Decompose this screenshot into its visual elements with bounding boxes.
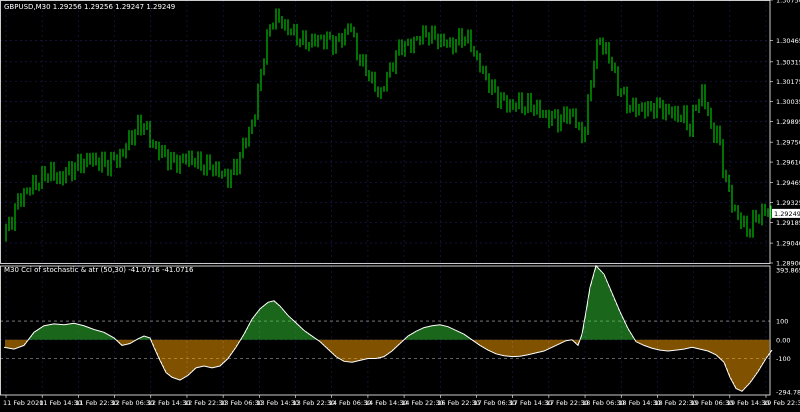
time-tick-label: 19 Feb 22:30	[763, 399, 800, 407]
grid-layer	[0, 0, 770, 395]
indicator-tick-label: -294.7896	[776, 389, 800, 397]
chart-window[interactable]: 1.30750 1.30465 1.30315 1.30175 1.30035 1.298…	[0, 0, 800, 408]
indicator-tick-label: 0.00	[776, 336, 790, 344]
price-tick-label: 1.30315	[776, 58, 800, 66]
indicator-tick-label: 100	[776, 318, 788, 326]
price-tick-label: 1.29040	[776, 240, 800, 248]
price-panel-frame	[0, 0, 771, 264]
main-chart-title: GBPUSD,M30 1.29256 1.29256 1.29247 1.292…	[4, 3, 176, 11]
indicator-tick-label: -100	[776, 355, 791, 363]
frame-layer	[0, 0, 771, 396]
price-tick-label: 1.29610	[776, 159, 800, 167]
chart-svg[interactable]: 1.30750 1.30465 1.30315 1.30175 1.30035 1.298…	[0, 0, 800, 408]
price-tick-label: 1.30175	[776, 78, 800, 86]
indicator-tick-label: 393.8656	[776, 267, 800, 275]
time-tick-label: 11 Feb 2020	[3, 399, 43, 407]
indicator-title: M30 Cci of stochastic & atr (50,30) -41.…	[4, 266, 194, 274]
current-price-label: 1.29249	[774, 210, 800, 218]
price-tick-label: 1.30035	[776, 98, 800, 106]
indicator-panel-frame	[0, 265, 771, 396]
histogram-layer	[5, 265, 771, 392]
candle-layer	[5, 8, 772, 242]
price-tick-label: 1.30750	[776, 0, 800, 5]
line-layer	[3, 264, 773, 392]
cci-line	[3, 264, 773, 392]
price-tick-label: 1.30465	[776, 37, 800, 45]
price-tick-label: 1.29185	[776, 219, 800, 227]
price-tick-label: 1.29750	[776, 139, 800, 147]
price-tick-label: 1.29465	[776, 179, 800, 187]
price-tick-label: 1.29325	[776, 199, 800, 207]
price-tick-label: 1.29895	[776, 118, 800, 126]
